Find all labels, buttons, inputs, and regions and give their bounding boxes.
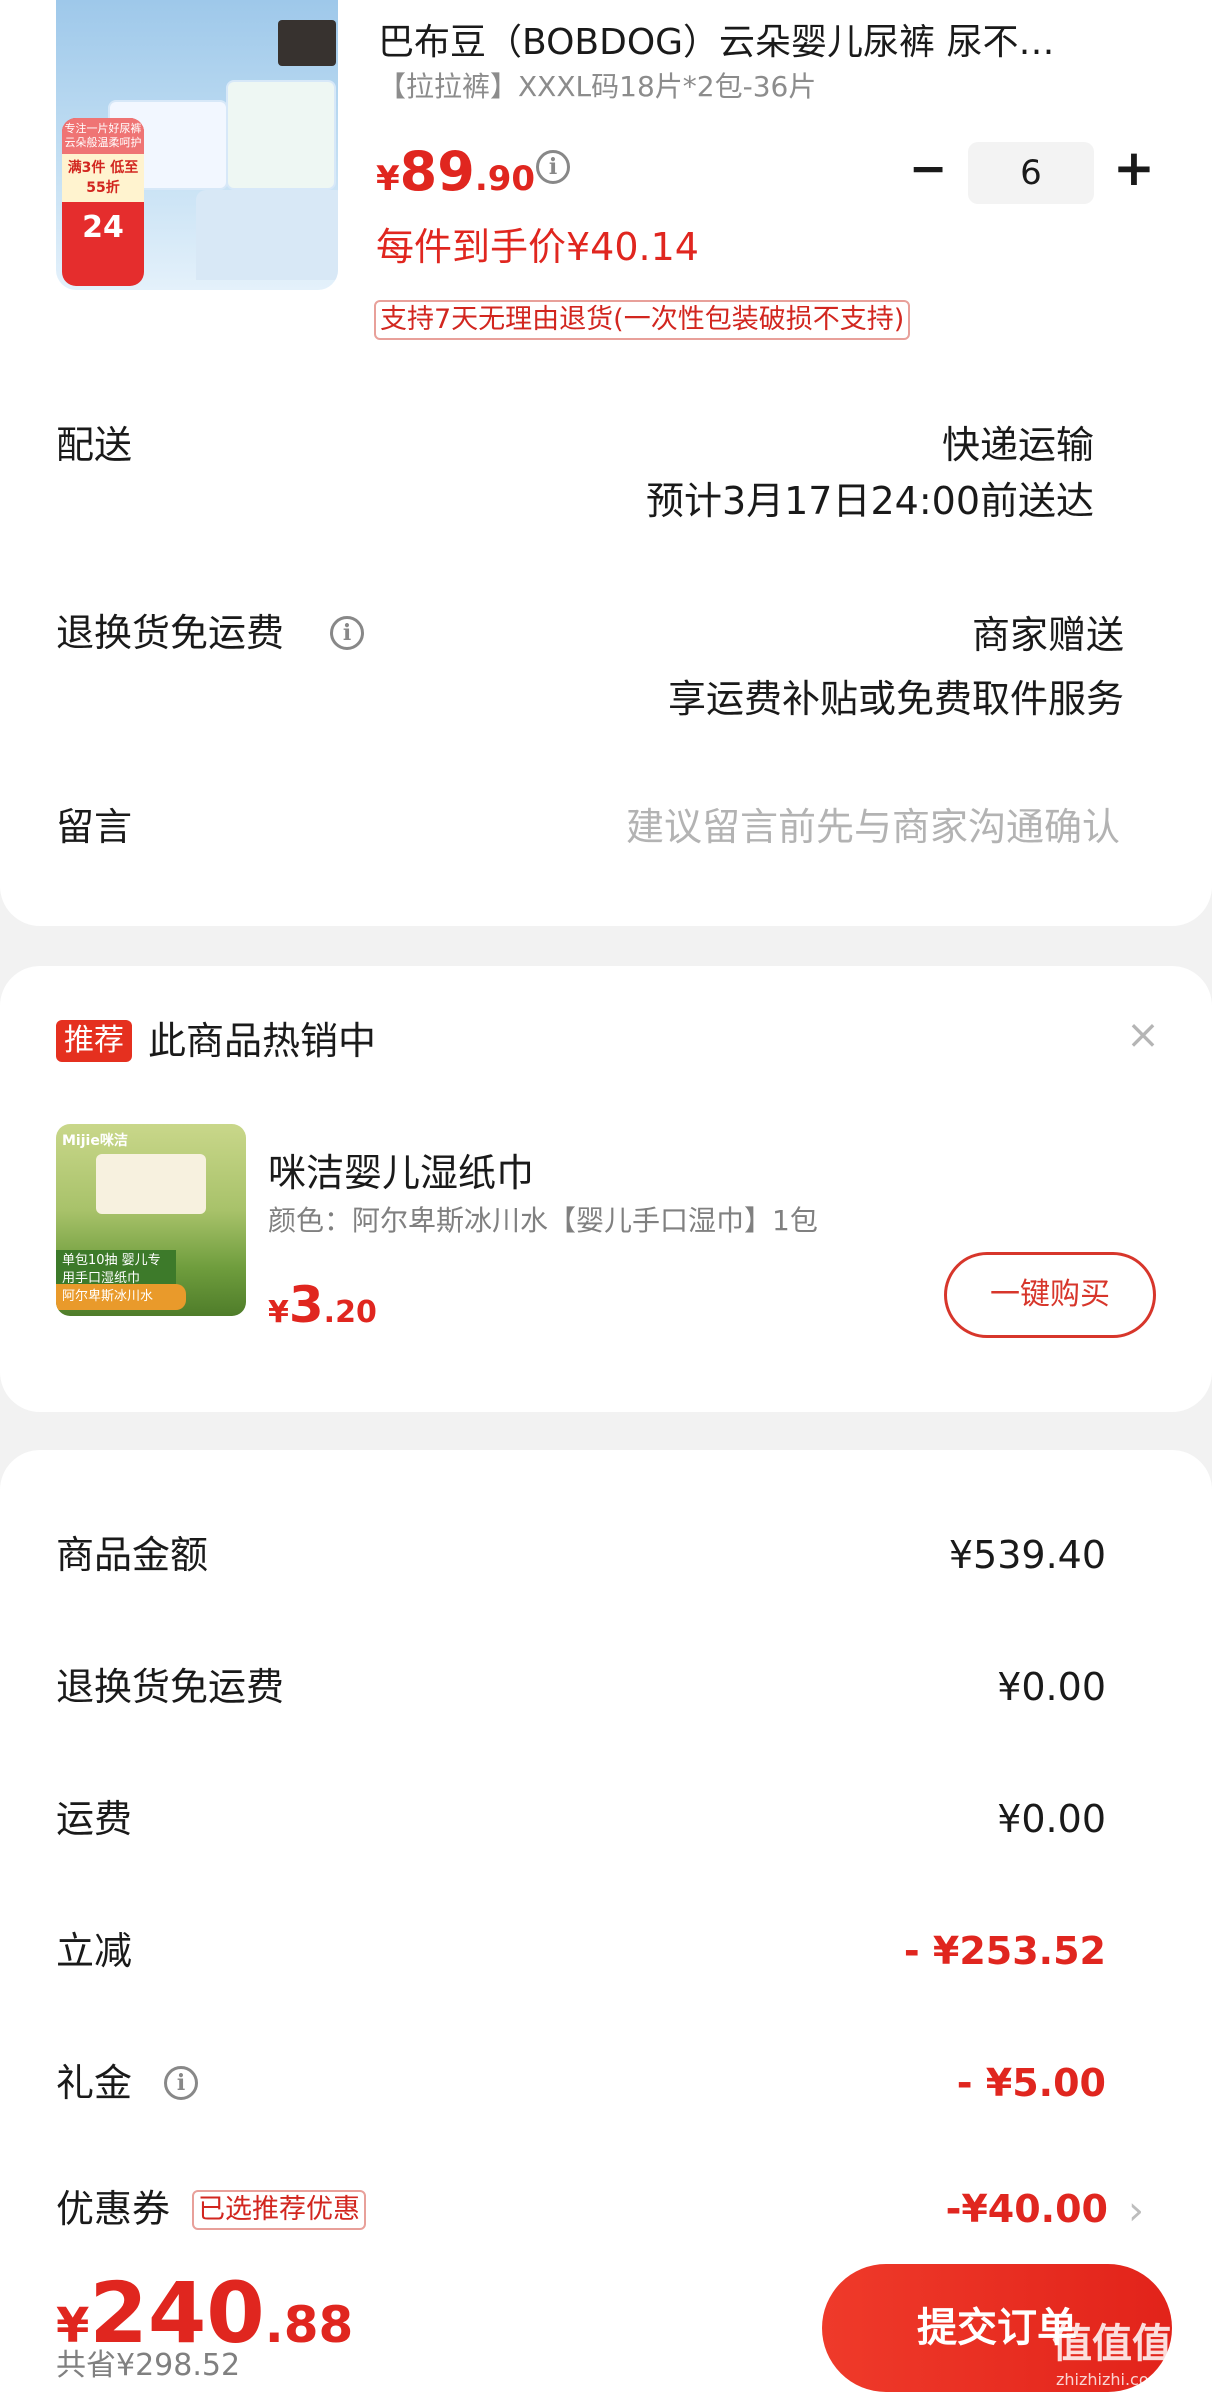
total-saved: 共省¥298.52 (56, 2348, 241, 2383)
recommend-badge: 推荐 (56, 1020, 132, 1062)
coupon-value[interactable]: -¥40.00 (946, 2184, 1108, 2234)
promo-badge-top: 专注一片好尿裤 云朵般温柔呵护 (62, 118, 144, 154)
message-label: 留言 (56, 805, 133, 849)
return-shipping-detail: 享运费补贴或免费取件服务 (667, 677, 1124, 721)
price-integer: 89 (399, 140, 475, 203)
close-icon[interactable]: × (1126, 1015, 1160, 1055)
return-shipping-info-icon[interactable]: i (330, 616, 364, 650)
message-input[interactable]: 建议留言前先与商家沟通确认 (626, 802, 1120, 852)
brand-logo: Mijie咪洁 (62, 1133, 128, 1149)
quantity-decrease-button[interactable]: − (906, 145, 950, 192)
one-click-buy-button[interactable]: 一键购买 (944, 1252, 1156, 1338)
chevron-right-icon[interactable]: › (1128, 2186, 1144, 2236)
shipping-fee-label: 运费 (56, 1797, 133, 1841)
goods-amount-label: 商品金额 (56, 1533, 209, 1577)
gift-money-label: 礼金 (56, 2061, 133, 2105)
instant-discount-label: 立减 (56, 1929, 133, 1973)
watermark-url: zhizhizhi.com (1056, 2370, 1165, 2389)
product-title[interactable]: 巴布豆（BOBDOG）云朵婴儿尿裤 尿不… (378, 20, 1138, 66)
quantity-increase-button[interactable]: + (1112, 143, 1156, 193)
price-currency: ¥ (268, 1295, 289, 1330)
quantity-input[interactable]: 6 (968, 142, 1094, 204)
image-label: 阿尔卑斯冰川水 (56, 1284, 186, 1310)
product-promo-badge: 专注一片好尿裤 云朵般温柔呵护 满3件 低至55折 24 (62, 118, 144, 286)
product-image-tag (278, 20, 336, 66)
coupon-selected-tag: 已选推荐优惠 (192, 2190, 366, 2230)
return-shipping-fee-value: ¥0.00 (997, 1665, 1106, 1709)
recommendation-title: 此商品热销中 (148, 1019, 377, 1063)
recommended-product-image[interactable]: Mijie咪洁 单包10抽 婴儿专用手口湿纸巾 阿尔卑斯冰川水 (56, 1124, 246, 1316)
price-integer: 3 (288, 1276, 324, 1334)
return-shipping-label: 退换货免运费 (56, 611, 285, 655)
return-shipping-value: 商家赠送 (971, 613, 1124, 657)
coupon-label[interactable]: 优惠券 (56, 2184, 170, 2234)
shipping-fee-value: ¥0.00 (997, 1797, 1106, 1841)
delivery-eta: 预计3月17日24:00前送达 (645, 479, 1094, 523)
promo-badge-number: 24 (82, 210, 124, 245)
product-image-pack (226, 80, 336, 190)
price-decimal: .90 (474, 159, 536, 199)
instant-discount-value: - ¥253.52 (903, 1929, 1106, 1973)
goods-amount-value: ¥539.40 (948, 1533, 1106, 1577)
watermark-logo: 值值值 (1052, 2321, 1172, 2367)
product-price: ¥89.90 (376, 140, 535, 203)
price-currency: ¥ (376, 159, 400, 199)
recommended-product-price: ¥3.20 (268, 1276, 377, 1334)
product-image[interactable]: 专注一片好尿裤 云朵般温柔呵护 满3件 低至55折 24 (56, 0, 338, 290)
delivery-method[interactable]: 快递运输 (942, 420, 1094, 470)
product-image-pedestal (196, 190, 338, 280)
price-decimal: .20 (323, 1295, 377, 1330)
promo-badge-mid: 满3件 低至55折 (62, 154, 144, 202)
gift-money-value: - ¥5.00 (956, 2061, 1106, 2105)
delivery-label: 配送 (56, 423, 133, 467)
wipes-pack (96, 1154, 206, 1214)
total-decimal: .88 (264, 2296, 354, 2354)
return-shipping-fee-label: 退换货免运费 (56, 1665, 285, 1709)
per-item-price: 每件到手价¥40.14 (376, 225, 699, 269)
recommended-product-spec: 颜色：阿尔卑斯冰川水【婴儿手口湿巾】1包 (268, 1204, 818, 1237)
gift-money-info-icon[interactable]: i (164, 2066, 198, 2100)
product-spec[interactable]: 【拉拉裤】XXXL码18片*2包-36片 (378, 68, 816, 106)
return-policy-tag: 支持7天无理由退货(一次性包装破损不支持) (374, 300, 911, 340)
price-info-icon[interactable]: i (536, 150, 570, 184)
recommended-product-name[interactable]: 咪洁婴儿湿纸巾 (268, 1148, 534, 1198)
